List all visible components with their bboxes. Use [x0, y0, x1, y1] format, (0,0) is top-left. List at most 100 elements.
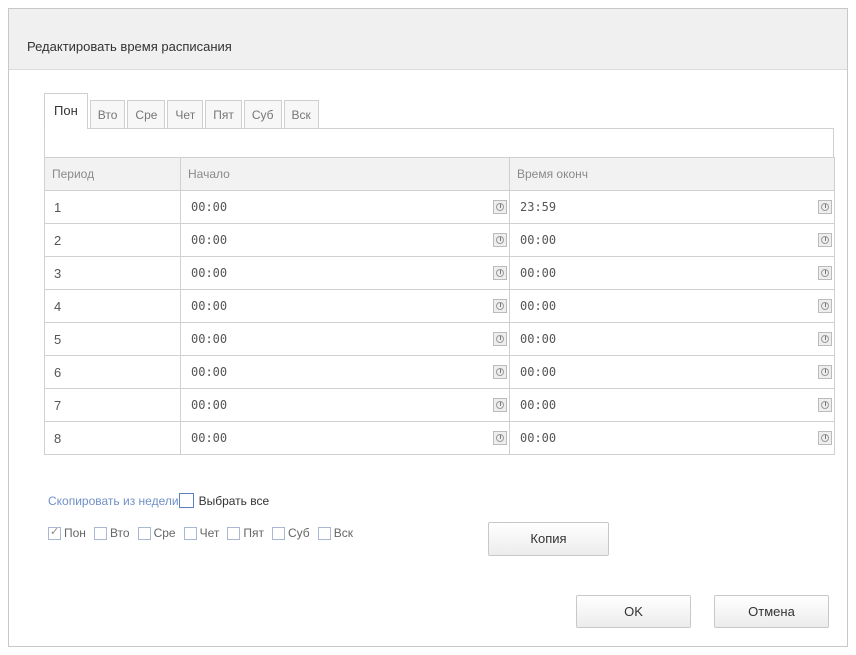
- clock-icon[interactable]: [818, 233, 832, 247]
- clock-icon[interactable]: [493, 233, 507, 247]
- checkbox-sat[interactable]: [272, 526, 285, 540]
- period-number: 3: [44, 256, 181, 290]
- table-header-row: Период Начало Время оконч: [44, 157, 835, 191]
- checkbox-thu[interactable]: [183, 526, 197, 540]
- start-time-input[interactable]: 00:00: [191, 365, 227, 379]
- checkbox-label-fri: Пят: [243, 526, 264, 540]
- column-header-end: Время оконч: [509, 157, 835, 191]
- copy-from-week-row: Скопировать из недели Выбрать все: [48, 493, 269, 508]
- start-time-cell: 00:00: [180, 322, 510, 356]
- clock-icon[interactable]: [493, 299, 507, 313]
- end-time-cell: 00:00: [509, 322, 835, 356]
- column-header-start: Начало: [180, 157, 510, 191]
- tab-sun[interactable]: Вск: [283, 100, 319, 129]
- copy-days-row: Пон Вто Сре Чет Пят Суб Вск: [48, 525, 361, 540]
- cancel-button[interactable]: Отмена: [714, 595, 829, 628]
- tab-sat[interactable]: Суб: [243, 100, 282, 129]
- checkbox-label-tue: Вто: [109, 526, 130, 540]
- start-time-cell: 00:00: [180, 289, 510, 323]
- start-time-input[interactable]: 00:00: [191, 233, 227, 247]
- end-time-input[interactable]: 00:00: [520, 365, 556, 379]
- checkbox-label-wed: Сре: [153, 526, 176, 540]
- start-time-input[interactable]: 00:00: [191, 332, 227, 346]
- clock-icon[interactable]: [818, 398, 832, 412]
- end-time-cell: 00:00: [509, 256, 835, 290]
- table-row: 1 00:00 23:59: [44, 190, 835, 224]
- start-time-input[interactable]: 00:00: [191, 266, 227, 280]
- clock-icon[interactable]: [818, 200, 832, 214]
- clock-icon[interactable]: [818, 431, 832, 445]
- period-number: 5: [44, 322, 181, 356]
- checkbox-sun[interactable]: [317, 526, 331, 540]
- start-time-input[interactable]: 00:00: [191, 431, 227, 445]
- column-header-period: Период: [44, 157, 181, 191]
- select-all-checkbox[interactable]: [178, 493, 194, 508]
- schedule-table: Период Начало Время оконч 1 00:00 23:59 …: [44, 157, 835, 455]
- end-time-input[interactable]: 00:00: [520, 266, 556, 280]
- checkbox-label-sun: Вск: [333, 526, 353, 540]
- end-time-input[interactable]: 00:00: [520, 332, 556, 346]
- end-time-input[interactable]: 00:00: [520, 299, 556, 313]
- start-time-input[interactable]: 00:00: [191, 299, 227, 313]
- copy-from-week-link[interactable]: Скопировать из недели: [48, 494, 179, 508]
- day-tabs: Пон Вто Сре Чет Пят Суб Вск: [44, 93, 321, 129]
- tab-panel: [44, 128, 834, 158]
- end-time-cell: 23:59: [509, 190, 835, 224]
- checkbox-label-thu: Чет: [199, 526, 220, 540]
- checkbox-label-mon: Пон: [64, 526, 86, 540]
- clock-icon[interactable]: [818, 365, 832, 379]
- period-number: 1: [44, 190, 181, 224]
- checkbox-label-sat: Суб: [288, 526, 310, 540]
- tab-mon[interactable]: Пон: [44, 93, 88, 129]
- tab-tue[interactable]: Вто: [89, 100, 126, 129]
- ok-button[interactable]: OK: [576, 595, 691, 628]
- end-time-input[interactable]: 00:00: [520, 398, 556, 412]
- start-time-cell: 00:00: [180, 190, 510, 224]
- end-time-cell: 00:00: [509, 421, 835, 455]
- period-number: 6: [44, 355, 181, 389]
- period-number: 7: [44, 388, 181, 422]
- table-row: 3 00:00 00:00: [44, 256, 835, 290]
- end-time-cell: 00:00: [509, 289, 835, 323]
- end-time-cell: 00:00: [509, 388, 835, 422]
- start-time-cell: 00:00: [180, 388, 510, 422]
- start-time-cell: 00:00: [180, 355, 510, 389]
- checkbox-mon[interactable]: [48, 525, 61, 540]
- period-number: 4: [44, 289, 181, 323]
- start-time-cell: 00:00: [180, 421, 510, 455]
- end-time-input[interactable]: 00:00: [520, 233, 556, 247]
- table-row: 5 00:00 00:00: [44, 322, 835, 356]
- end-time-input[interactable]: 00:00: [520, 431, 556, 445]
- copy-button[interactable]: Копия: [488, 522, 609, 556]
- table-row: 8 00:00 00:00: [44, 421, 835, 455]
- tab-wed[interactable]: Сре: [127, 100, 166, 129]
- clock-icon[interactable]: [818, 299, 832, 313]
- checkbox-tue[interactable]: [93, 526, 107, 540]
- checkbox-wed[interactable]: [137, 526, 151, 540]
- clock-icon[interactable]: [493, 398, 507, 412]
- end-time-input[interactable]: 23:59: [520, 200, 556, 214]
- dialog-title: Редактировать время расписания: [27, 39, 232, 54]
- clock-icon[interactable]: [493, 266, 507, 280]
- clock-icon[interactable]: [493, 365, 507, 379]
- select-all-label: Выбрать все: [198, 493, 270, 508]
- start-time-cell: 00:00: [180, 256, 510, 290]
- period-number: 2: [44, 223, 181, 257]
- end-time-cell: 00:00: [509, 355, 835, 389]
- table-row: 7 00:00 00:00: [44, 388, 835, 422]
- clock-icon[interactable]: [818, 266, 832, 280]
- table-row: 4 00:00 00:00: [44, 289, 835, 323]
- table-row: 2 00:00 00:00: [44, 223, 835, 257]
- clock-icon[interactable]: [493, 332, 507, 346]
- dialog-header: Редактировать время расписания: [9, 9, 847, 70]
- clock-icon[interactable]: [818, 332, 832, 346]
- end-time-cell: 00:00: [509, 223, 835, 257]
- clock-icon[interactable]: [493, 200, 507, 214]
- start-time-input[interactable]: 00:00: [191, 200, 227, 214]
- start-time-input[interactable]: 00:00: [191, 398, 227, 412]
- clock-icon[interactable]: [493, 431, 507, 445]
- tab-thu[interactable]: Чет: [167, 100, 204, 129]
- table-row: 6 00:00 00:00: [44, 355, 835, 389]
- checkbox-fri[interactable]: [227, 526, 241, 540]
- tab-fri[interactable]: Пят: [205, 100, 242, 129]
